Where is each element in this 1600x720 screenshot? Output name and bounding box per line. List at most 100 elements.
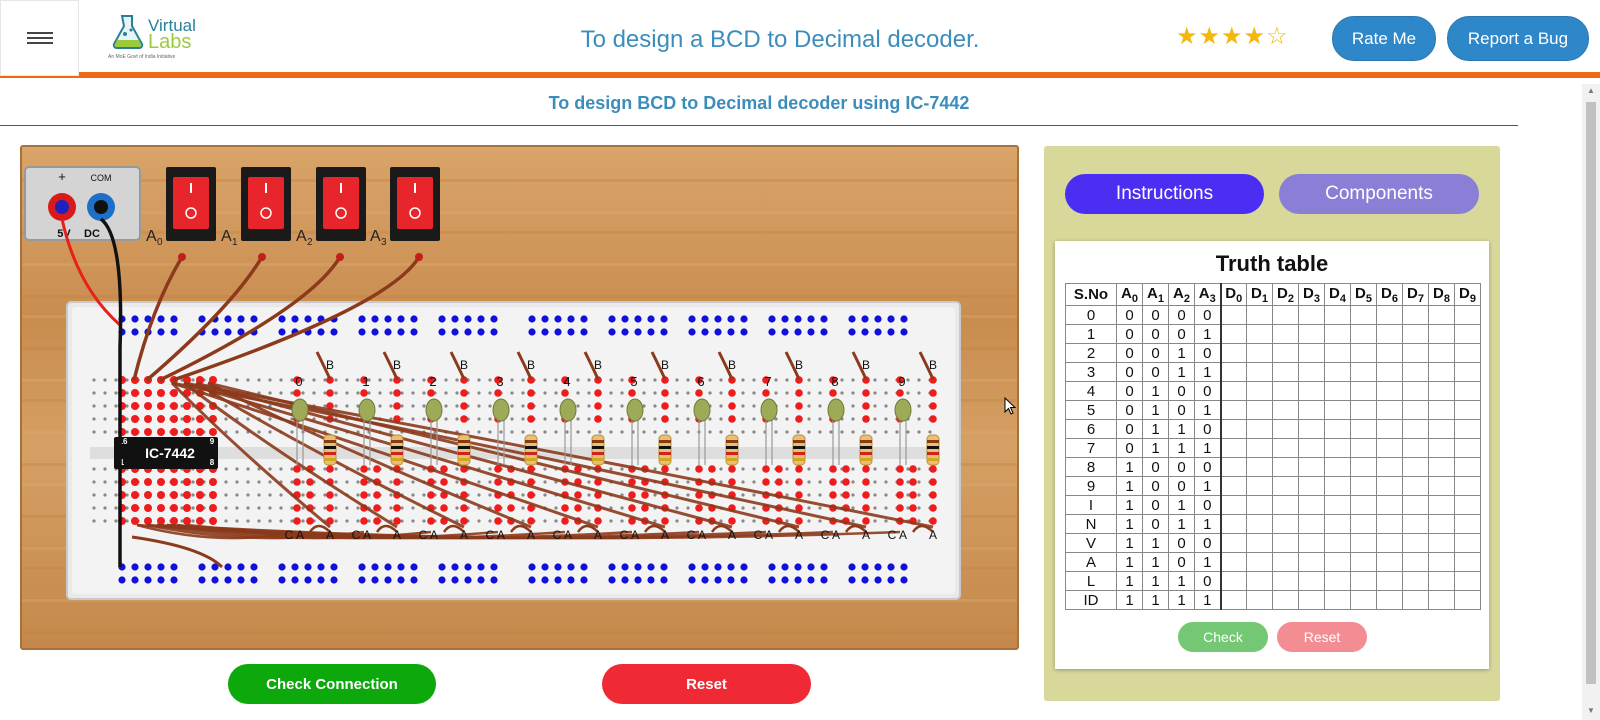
truth-table-output-cell[interactable]: [1246, 324, 1273, 344]
truth-table-output-cell[interactable]: [1376, 533, 1403, 553]
wire-endpoint[interactable]: [336, 253, 344, 261]
breadboard-hole[interactable]: [917, 391, 921, 395]
breadboard-hole[interactable]: [477, 378, 481, 382]
connected-hole[interactable]: [170, 478, 178, 486]
connected-hole[interactable]: [157, 402, 165, 410]
star-filled-icon[interactable]: ★: [1176, 23, 1199, 50]
breadboard-hole[interactable]: [873, 378, 877, 382]
power-rail-hole[interactable]: [887, 576, 895, 584]
truth-table-output-cell[interactable]: [1246, 400, 1273, 420]
power-rail-hole[interactable]: [727, 563, 735, 571]
breadboard-hole[interactable]: [257, 519, 261, 523]
breadboard-hole[interactable]: [455, 391, 459, 395]
breadboard-hole[interactable]: [818, 480, 822, 484]
breadboard-hole[interactable]: [851, 519, 855, 523]
power-rail-hole[interactable]: [887, 315, 895, 323]
breadboard-hole[interactable]: [290, 480, 294, 484]
breadboard-hole[interactable]: [246, 467, 250, 471]
breadboard-hole[interactable]: [807, 404, 811, 408]
connected-hole[interactable]: [196, 415, 204, 423]
breadboard-hole[interactable]: [862, 430, 866, 434]
power-rail-hole[interactable]: [848, 315, 856, 323]
power-rail-hole[interactable]: [490, 315, 498, 323]
connected-hole[interactable]: [460, 389, 468, 397]
power-rail-hole[interactable]: [144, 563, 152, 571]
breadboard-hole[interactable]: [884, 493, 888, 497]
breadboard-hole[interactable]: [345, 480, 349, 484]
breadboard-hole[interactable]: [653, 404, 657, 408]
connected-hole[interactable]: [170, 402, 178, 410]
breadboard-hole[interactable]: [488, 430, 492, 434]
truth-table-output-cell[interactable]: [1324, 438, 1351, 458]
breadboard-hole[interactable]: [257, 378, 261, 382]
truth-table-output-cell[interactable]: [1272, 533, 1299, 553]
breadboard-hole[interactable]: [598, 430, 602, 434]
breadboard-hole[interactable]: [543, 391, 547, 395]
truth-table-output-cell[interactable]: [1246, 514, 1273, 534]
connected-hole[interactable]: [795, 491, 803, 499]
breadboard-hole[interactable]: [917, 480, 921, 484]
truth-table-output-cell[interactable]: [1376, 571, 1403, 591]
connected-hole[interactable]: [427, 389, 435, 397]
connected-hole[interactable]: [157, 517, 165, 525]
truth-table-output-cell[interactable]: [1428, 476, 1455, 496]
breadboard-hole[interactable]: [367, 493, 371, 497]
power-rail-hole[interactable]: [330, 576, 338, 584]
breadboard-hole[interactable]: [103, 430, 107, 434]
connected-hole[interactable]: [427, 517, 435, 525]
breadboard-hole[interactable]: [653, 430, 657, 434]
truth-table-output-cell[interactable]: [1220, 324, 1247, 344]
rating-stars[interactable]: ★★★★☆: [1176, 22, 1289, 51]
power-rail-hole[interactable]: [250, 315, 258, 323]
breadboard-hole[interactable]: [488, 480, 492, 484]
connected-hole[interactable]: [862, 478, 870, 486]
power-rail-hole[interactable]: [660, 315, 668, 323]
breadboard-hole[interactable]: [400, 506, 404, 510]
truth-table-output-cell[interactable]: [1298, 590, 1325, 610]
connected-hole[interactable]: [460, 415, 468, 423]
power-rail-hole[interactable]: [861, 576, 869, 584]
breadboard-hole[interactable]: [114, 404, 118, 408]
breadboard-hole[interactable]: [884, 506, 888, 510]
power-rail-hole[interactable]: [861, 563, 869, 571]
breadboard-hole[interactable]: [620, 391, 624, 395]
breadboard-hole[interactable]: [576, 404, 580, 408]
power-rail-hole[interactable]: [887, 563, 895, 571]
breadboard-hole[interactable]: [554, 378, 558, 382]
breadboard-hole[interactable]: [488, 467, 492, 471]
breadboard-hole[interactable]: [323, 404, 327, 408]
star-filled-icon[interactable]: ★: [1244, 23, 1267, 50]
truth-table-output-cell[interactable]: [1272, 552, 1299, 572]
breadboard-hole[interactable]: [587, 430, 591, 434]
connected-hole[interactable]: [829, 491, 837, 499]
power-rail-hole[interactable]: [451, 328, 459, 336]
power-rail-hole[interactable]: [250, 576, 258, 584]
truth-table-output-cell[interactable]: [1402, 571, 1429, 591]
truth-table-output-cell[interactable]: [1272, 476, 1299, 496]
truth-table-output-cell[interactable]: [1454, 533, 1481, 553]
power-rail-hole[interactable]: [701, 563, 709, 571]
connected-hole[interactable]: [131, 415, 139, 423]
breadboard-hole[interactable]: [510, 378, 514, 382]
truth-table-output-cell[interactable]: [1324, 457, 1351, 477]
breadboard-hole[interactable]: [543, 480, 547, 484]
breadboard-hole[interactable]: [807, 467, 811, 471]
breadboard-hole[interactable]: [675, 417, 679, 421]
connected-hole[interactable]: [144, 402, 152, 410]
connected-hole[interactable]: [862, 389, 870, 397]
breadboard-hole[interactable]: [587, 506, 591, 510]
connected-hole[interactable]: [183, 504, 191, 512]
power-rail-hole[interactable]: [131, 315, 139, 323]
connected-hole[interactable]: [196, 517, 204, 525]
truth-table-output-cell[interactable]: [1350, 571, 1377, 591]
breadboard-hole[interactable]: [807, 430, 811, 434]
power-rail-hole[interactable]: [781, 576, 789, 584]
truth-table-output-cell[interactable]: [1402, 419, 1429, 439]
breadboard-hole[interactable]: [103, 506, 107, 510]
power-rail-hole[interactable]: [660, 576, 668, 584]
power-rail-hole[interactable]: [464, 328, 472, 336]
connected-hole[interactable]: [527, 402, 535, 410]
connected-hole[interactable]: [306, 491, 314, 499]
breadboard-hole[interactable]: [620, 506, 624, 510]
power-rail-hole[interactable]: [451, 315, 459, 323]
